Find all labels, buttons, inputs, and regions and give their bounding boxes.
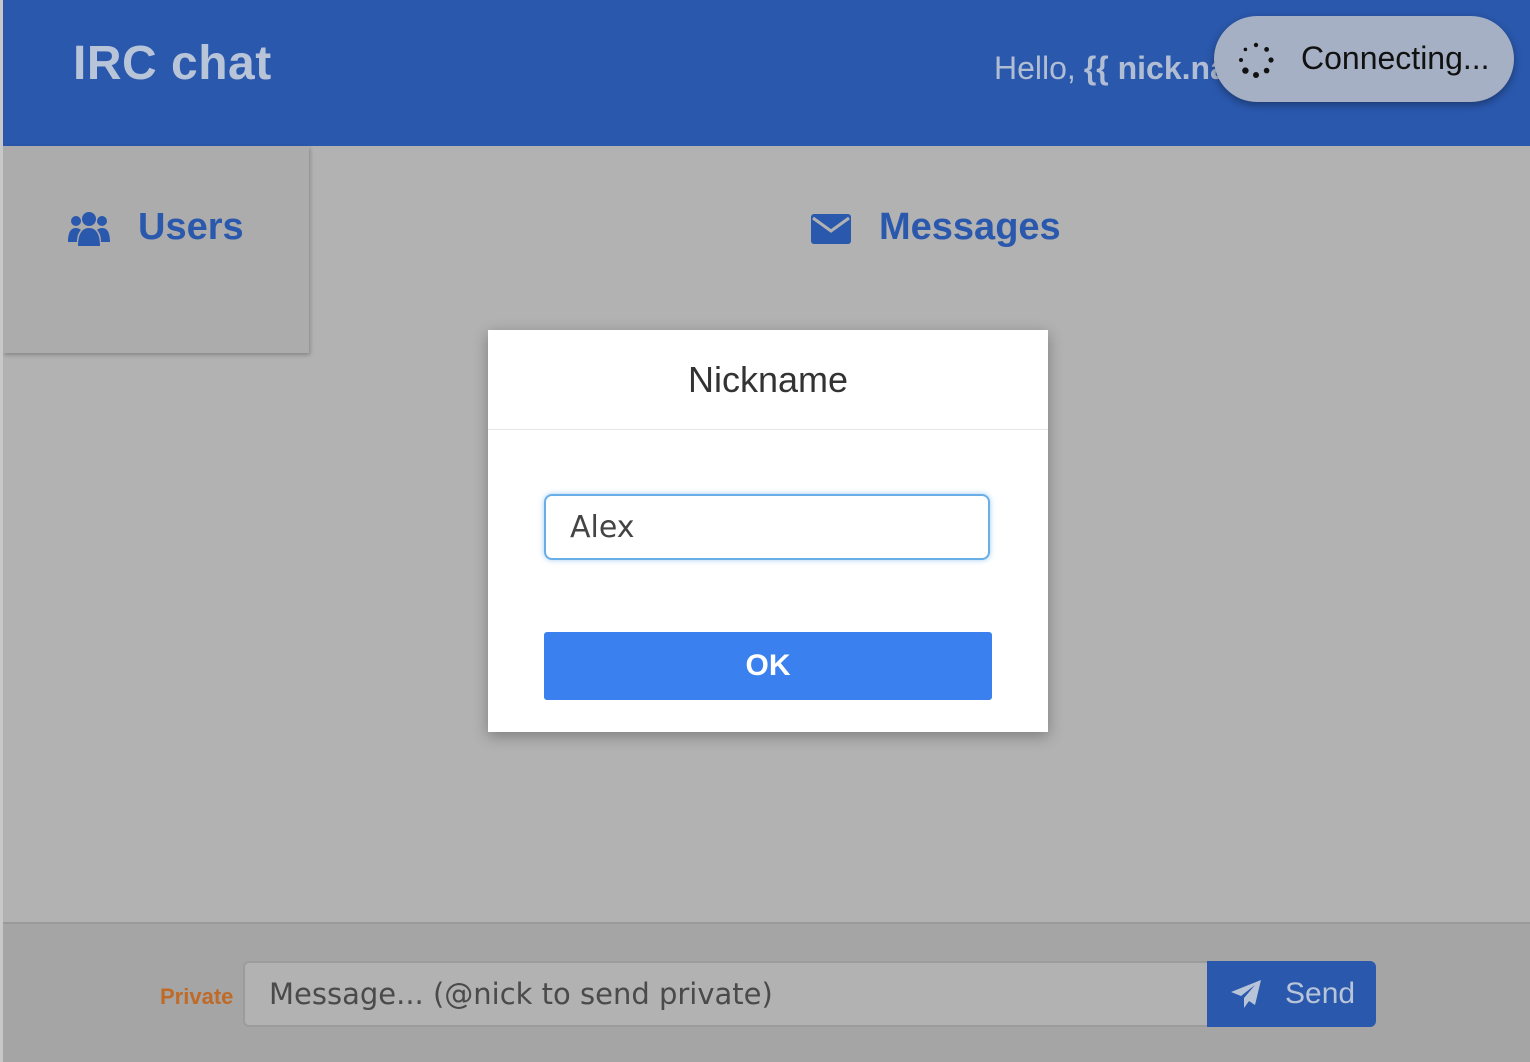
nickname-input[interactable] (544, 494, 990, 560)
app-brand[interactable]: IRC chat (73, 36, 272, 91)
connecting-status: Connecting... (1301, 40, 1490, 76)
send-label: Send (1285, 977, 1356, 1010)
paper-plane-icon (1231, 980, 1261, 1008)
loading-spinner-icon (1239, 42, 1274, 78)
greeting-text: Hello, (994, 50, 1076, 86)
nickname-modal: Nickname OK (488, 330, 1048, 732)
users-panel (3, 146, 309, 353)
users-title: Users (138, 206, 244, 248)
message-input[interactable] (243, 961, 1207, 1027)
window-edge (0, 0, 3, 1062)
envelope-icon (811, 214, 851, 244)
ok-button[interactable]: OK (544, 632, 992, 700)
users-group-icon (68, 212, 110, 246)
modal-title: Nickname (488, 330, 1048, 430)
private-label: Private (160, 984, 234, 1009)
messages-title: Messages (879, 206, 1061, 248)
